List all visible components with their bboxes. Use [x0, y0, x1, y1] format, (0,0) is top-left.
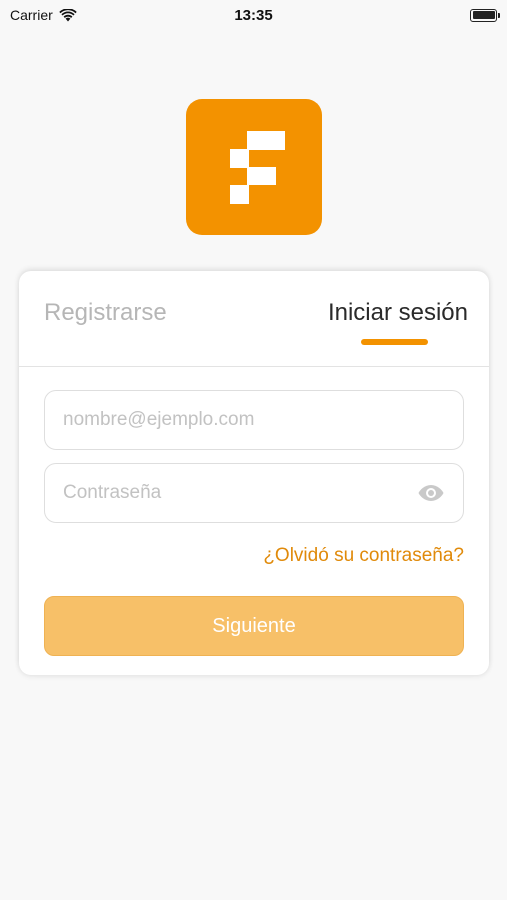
status-right: [357, 8, 500, 22]
wifi-icon: [59, 8, 77, 21]
password-input[interactable]: [63, 482, 417, 504]
auth-tabs: Registrarse Iniciar sesión: [19, 271, 489, 367]
battery-icon: [470, 8, 500, 22]
tab-register[interactable]: Registrarse: [44, 299, 167, 327]
status-bar: Carrier 13:35: [0, 0, 507, 30]
email-input[interactable]: [63, 409, 445, 431]
tab-login[interactable]: Iniciar sesión: [328, 299, 468, 327]
eye-icon[interactable]: [417, 483, 445, 503]
battery-fill: [472, 11, 495, 19]
next-button[interactable]: Siguiente: [44, 596, 464, 656]
password-field[interactable]: [44, 463, 464, 523]
status-time: 13:35: [234, 6, 273, 24]
active-tab-indicator: [361, 339, 428, 345]
auth-card: Registrarse Iniciar sesión ¿Olvidó su co…: [19, 271, 489, 675]
app-logo-icon: [230, 131, 285, 204]
email-field[interactable]: [44, 390, 464, 450]
app-logo: [186, 99, 322, 235]
status-left: Carrier: [10, 7, 150, 23]
carrier-label: Carrier: [10, 7, 53, 23]
forgot-password-link[interactable]: ¿Olvidó su contraseña?: [263, 545, 464, 567]
